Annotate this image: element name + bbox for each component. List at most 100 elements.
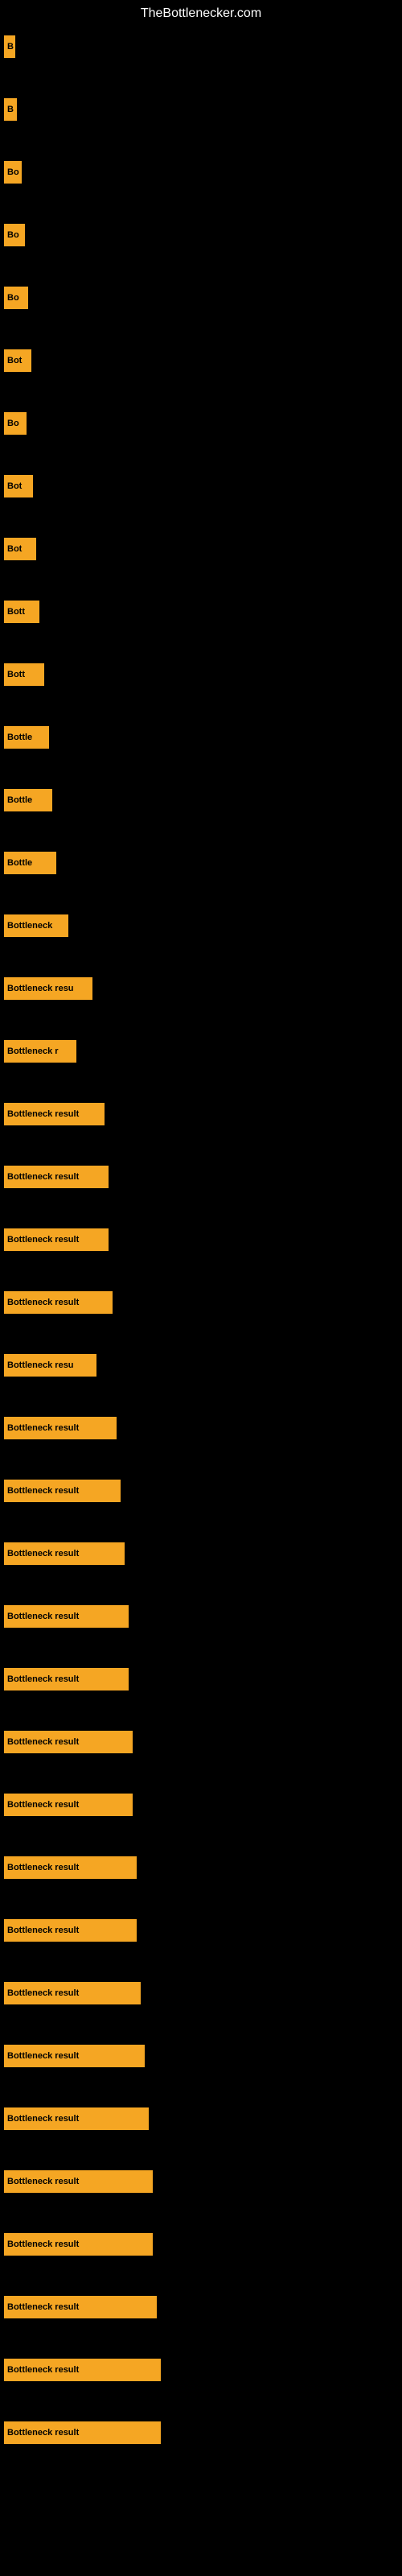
bar: Bottleneck result: [4, 1166, 109, 1188]
bar: Bottle: [4, 852, 56, 874]
bar-row: Bottleneck result: [4, 1417, 402, 1439]
bar-label: Bottle: [7, 733, 32, 742]
bar-label: Bottleneck result: [7, 2365, 79, 2375]
bar-row: Bottleneck result: [4, 1731, 402, 1753]
bar: Bottleneck resu: [4, 977, 92, 1000]
bar-row: Bottleneck result: [4, 1794, 402, 1816]
bar-row: Bottleneck result: [4, 1982, 402, 2004]
bar-label: Bottleneck r: [7, 1046, 59, 1056]
bar-row: Bot: [4, 349, 402, 372]
bar-row: Bottleneck result: [4, 1228, 402, 1251]
bar: Bottleneck result: [4, 2296, 157, 2318]
bar-row: Bottleneck result: [4, 2233, 402, 2256]
bar: Bottleneck result: [4, 1794, 133, 1816]
bar-row: Bottleneck r: [4, 1040, 402, 1063]
bar-row: Bottleneck result: [4, 2421, 402, 2444]
bar-label: Bottleneck result: [7, 1800, 79, 1810]
bar-label: Bottleneck result: [7, 2051, 79, 2061]
bar-row: Bottleneck resu: [4, 1354, 402, 1377]
bar: Bottle: [4, 789, 52, 811]
bar-row: Bottleneck result: [4, 2045, 402, 2067]
bar-row: Bottle: [4, 726, 402, 749]
bar-label: Bottleneck: [7, 921, 52, 931]
bar-label: Bottleneck result: [7, 1674, 79, 1684]
bar-row: Bottleneck result: [4, 1291, 402, 1314]
bar-label: Bottleneck resu: [7, 984, 74, 993]
bar-label: Bottleneck result: [7, 1109, 79, 1119]
bar: Bottleneck result: [4, 1919, 137, 1942]
bar-label: Bottleneck result: [7, 2114, 79, 2124]
bar: Bottleneck resu: [4, 1354, 96, 1377]
bar: Bottle: [4, 726, 49, 749]
bar-row: Bottleneck result: [4, 2170, 402, 2193]
site-title: TheBottlenecker.com: [0, 0, 402, 27]
bar-label: Bot: [7, 544, 22, 554]
bar-label: B: [7, 42, 14, 52]
bar: Bottleneck result: [4, 1542, 125, 1565]
bar-row: Bottle: [4, 852, 402, 874]
bar-row: Bottleneck result: [4, 2107, 402, 2130]
bar: Bottleneck: [4, 914, 68, 937]
bar: Bott: [4, 601, 39, 623]
bar: B: [4, 98, 17, 121]
bar-label: Bottleneck result: [7, 1863, 79, 1872]
bar: Bo: [4, 224, 25, 246]
bar-label: Bottleneck result: [7, 1486, 79, 1496]
bar: Bottleneck result: [4, 2170, 153, 2193]
bar-row: Bottleneck result: [4, 1919, 402, 1942]
bar-label: Bottleneck result: [7, 1172, 79, 1182]
bar: Bot: [4, 538, 36, 560]
bar: Bottleneck result: [4, 1982, 141, 2004]
bar: Bott: [4, 663, 44, 686]
bar-row: Bottleneck result: [4, 1166, 402, 1188]
bar: Bottleneck result: [4, 1731, 133, 1753]
bar-label: Bot: [7, 481, 22, 491]
bar-label: Bottleneck result: [7, 1988, 79, 1998]
bar: Bot: [4, 475, 33, 497]
bar: Bottleneck result: [4, 2421, 161, 2444]
bar-row: Bo: [4, 412, 402, 435]
bar: Bottleneck result: [4, 1856, 137, 1879]
bar-label: Bottleneck result: [7, 2240, 79, 2249]
bar: Bottleneck result: [4, 1668, 129, 1690]
bar: Bottleneck result: [4, 1417, 117, 1439]
bar-label: Bottle: [7, 858, 32, 868]
bar: Bottleneck result: [4, 2045, 145, 2067]
bar-row: Bot: [4, 475, 402, 497]
bar: Bottleneck result: [4, 1291, 113, 1314]
bar-row: Bottleneck result: [4, 1856, 402, 1879]
bar: Bottleneck r: [4, 1040, 76, 1063]
bar-row: Bo: [4, 287, 402, 309]
bar: Bo: [4, 161, 22, 184]
bar: Bo: [4, 412, 27, 435]
bar-row: Bottleneck result: [4, 2296, 402, 2318]
bar-row: Bo: [4, 161, 402, 184]
bar: Bottleneck result: [4, 1480, 121, 1502]
bar: Bottleneck result: [4, 1605, 129, 1628]
bar: Bot: [4, 349, 31, 372]
bar-label: Bottle: [7, 795, 32, 805]
bar-label: Bo: [7, 293, 19, 303]
bar-label: Bo: [7, 167, 19, 177]
bar-label: B: [7, 105, 14, 114]
bar: Bottleneck result: [4, 1228, 109, 1251]
bar-label: Bottleneck result: [7, 1298, 79, 1307]
bar-label: Bot: [7, 356, 22, 365]
bar-row: Bottleneck: [4, 914, 402, 937]
bar-label: Bottleneck result: [7, 1549, 79, 1558]
bar-label: Bottleneck result: [7, 1612, 79, 1621]
bar-row: Bottleneck result: [4, 2359, 402, 2381]
bar-label: Bo: [7, 419, 19, 428]
bar-row: B: [4, 98, 402, 121]
bar-label: Bottleneck result: [7, 1926, 79, 1935]
page-wrapper: TheBottlenecker.com B B Bo Bo Bo Bot Bo Bot Bot B…: [0, 0, 402, 2492]
bar-label: Bottleneck result: [7, 2428, 79, 2438]
bar: Bottleneck result: [4, 1103, 105, 1125]
bar: B: [4, 35, 15, 58]
bar-row: Bottleneck result: [4, 1605, 402, 1628]
bar-row: Bott: [4, 601, 402, 623]
bar-row: Bottleneck result: [4, 1480, 402, 1502]
bar-label: Bo: [7, 230, 19, 240]
bar-row: Bott: [4, 663, 402, 686]
bar-label: Bottleneck result: [7, 2177, 79, 2186]
